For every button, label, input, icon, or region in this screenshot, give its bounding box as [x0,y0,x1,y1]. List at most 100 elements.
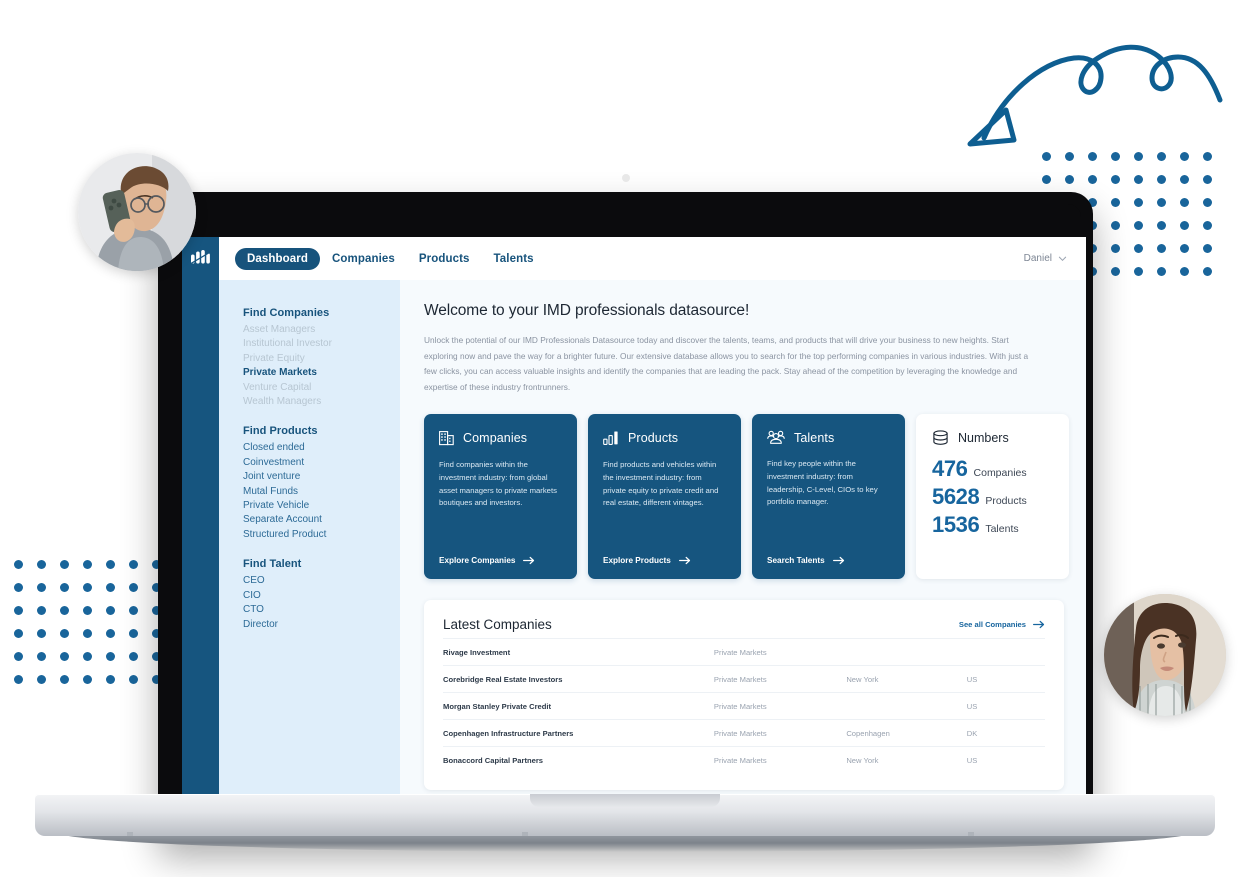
card-numbers: Numbers 476 Companies 5628 Products 1536… [916,414,1069,580]
page-title: Welcome to your IMD professionals dataso… [424,302,750,319]
sidebar-item-coinvestment[interactable]: Coinvestment [243,456,400,470]
grid-dot [1157,152,1166,161]
card-numbers-title: Numbers [958,431,1009,446]
table-row[interactable]: Morgan Stanley Private Credit Private Ma… [443,692,1045,720]
card-products[interactable]: Products Find products and vehicles with… [588,414,741,580]
app-root: Dashboard Companies Products Talents Dan… [182,237,1086,829]
card-companies-title: Companies [463,431,528,446]
sidebar-item-cio[interactable]: CIO [243,589,400,603]
nav-item-companies[interactable]: Companies [320,248,407,270]
grid-dot [1180,152,1189,161]
stat-products-value: 5628 [932,484,980,510]
sidebar-item-cto[interactable]: CTO [243,603,400,617]
explore-companies-label: Explore Companies [439,556,516,566]
company-city: New York [846,746,967,774]
grid-dot [1042,152,1051,161]
app-body: Find Companies Asset Managers Institutio… [182,280,1086,829]
latest-companies-header: Latest Companies See all Companies [443,617,1045,632]
avatar-woman-portrait [1104,594,1226,716]
company-name: Rivage Investment [443,638,714,666]
sidebar-item-private-markets[interactable]: Private Markets [243,366,400,380]
bar-chart-icon [603,431,618,446]
app-logo[interactable] [182,237,219,280]
sidebar-heading-find-products: Find Products [243,425,318,438]
company-country [966,638,1045,666]
grid-dot [14,583,23,592]
grid-dot [1088,152,1097,161]
grid-dot [1157,175,1166,184]
sidebar-item-asset-managers[interactable]: Asset Managers [243,323,400,337]
card-products-header: Products [603,430,726,446]
sidebar-heading-find-companies: Find Companies [243,307,330,319]
user-menu[interactable]: Daniel [1024,253,1067,264]
company-name: Corebridge Real Estate Investors [443,665,714,693]
card-companies[interactable]: Companies Find companies within the inve… [424,414,577,580]
card-companies-description: Find companies within the investment ind… [439,460,557,508]
nav-item-products[interactable]: Products [407,248,482,270]
stat-talents: 1536 Talents [932,512,1054,538]
sidebar-item-structured-product[interactable]: Structured Product [243,528,400,542]
grid-dot [14,675,23,684]
sidebar-item-ceo[interactable]: CEO [243,574,400,588]
sidebar-item-director[interactable]: Director [243,618,400,632]
sidebar-item-private-equity[interactable]: Private Equity [243,352,400,366]
laptop-foot [968,832,974,836]
grid-dot [1111,175,1120,184]
left-rail [182,280,219,829]
card-talents-header: Talents [767,430,890,445]
card-talents[interactable]: Talents Find key people within the inves… [752,414,905,580]
company-name: Copenhagen Infrastructure Partners [443,719,714,747]
intro-paragraph: Unlock the potential of our IMD Professi… [424,335,1029,392]
card-products-description: Find products and vehicles within the in… [603,460,719,508]
grid-dot [1065,175,1074,184]
composition-stage: Dashboard Companies Products Talents Dan… [0,0,1248,877]
explore-products-link[interactable]: Explore Products [603,556,726,565]
sidebar-group-products: Find Products Closed ended Coinvestment … [243,425,400,542]
card-talents-title: Talents [794,430,835,445]
user-name: Daniel [1023,253,1052,264]
chevron-down-icon [1058,256,1067,262]
sidebar-heading-find-talent: Find Talent [243,558,302,571]
stat-talents-label: Talents [985,523,1019,536]
building-icon [439,431,454,446]
sidebar-group-talent: Find Talent CEO CIO CTO Director [243,558,400,632]
laptop-camera [621,174,630,182]
sidebar-item-venture-capital[interactable]: Venture Capital [243,381,400,395]
company-name: Bonaccord Capital Partners [443,746,714,774]
grid-dot [1203,175,1212,184]
arrow-right-icon [678,557,690,565]
company-name: Morgan Stanley Private Credit [443,692,714,720]
table-row[interactable]: Bonaccord Capital Partners Private Marke… [443,746,1045,774]
curved-arrow-doodle [967,44,1223,147]
search-talents-label: Search Talents [767,556,825,566]
sidebar-item-joint-venture[interactable]: Joint venture [243,470,400,484]
table-row[interactable]: Copenhagen Infrastructure Partners Priva… [443,719,1045,747]
sidebar-item-private-vehicle[interactable]: Private Vehicle [243,499,400,513]
company-country: US [966,746,1045,774]
grid-dot [1134,152,1143,161]
explore-companies-link[interactable]: Explore Companies [439,556,562,565]
main-content: Welcome to your IMD professionals dataso… [400,280,1086,829]
grid-dot [1111,152,1120,161]
search-talents-link[interactable]: Search Talents [767,556,890,565]
sidebar-item-institutional-investor[interactable]: Institutional Investor [243,337,400,351]
company-type: Private Markets [713,719,847,747]
sidebar-item-wealth-managers[interactable]: Wealth Managers [243,395,400,409]
sidebar-item-mutal-funds[interactable]: Mutal Funds [243,485,400,499]
sidebar-item-closed-ended[interactable]: Closed ended [243,441,400,455]
company-city [846,638,967,666]
company-type: Private Markets [713,746,847,774]
stat-products-label: Products [985,495,1027,508]
card-products-title: Products [628,431,679,446]
table-row[interactable]: Corebridge Real Estate Investors Private… [443,665,1045,693]
nav-item-talents[interactable]: Talents [482,248,546,270]
company-type: Private Markets [713,638,847,666]
sidebar-group-companies: Find Companies Asset Managers Institutio… [243,307,400,409]
grid-dot [14,606,23,615]
table-row[interactable]: Rivage Investment Private Markets [443,638,1045,666]
grid-dot [14,652,23,661]
sidebar-item-separate-account[interactable]: Separate Account [243,513,400,527]
company-type: Private Markets [713,692,847,720]
nav-item-dashboard[interactable]: Dashboard [235,247,320,270]
see-all-companies-link[interactable]: See all Companies [959,620,1045,629]
